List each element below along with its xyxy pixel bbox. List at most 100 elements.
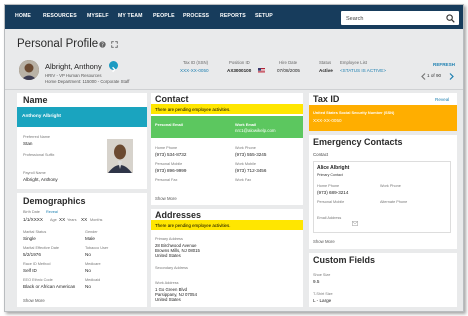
contact-show-more[interactable]: Show More — [155, 196, 177, 201]
personal-mobile-value: (973) 896-9999 — [155, 168, 187, 173]
hire-date-value: 07/08/2005 — [277, 68, 300, 73]
addresses-alert-text: There are pending employee activities. — [155, 223, 231, 228]
years-label: Years — [67, 218, 77, 222]
contact-title: Contact — [155, 94, 189, 104]
contact-card: Contact There are pending employee activ… — [151, 93, 303, 205]
work-email-label: Work Email — [235, 122, 257, 127]
tax-id-card: Tax ID Reveal United States Social Secur… — [309, 93, 457, 131]
nav-home[interactable]: HOME — [15, 13, 31, 19]
preferred-name-value: Stan — [23, 141, 33, 146]
nav-setup[interactable]: SETUP — [255, 13, 273, 19]
work-email-value[interactable]: nrc1@alowikelp.com — [235, 128, 276, 133]
addresses-alert: There are pending employee activities. — [151, 220, 303, 230]
ec-alternate-phone-label: Alternate Phone — [380, 200, 408, 204]
marital-effective-date-value: 5/2/1976 — [23, 252, 41, 257]
nav-reports[interactable]: REPORTS — [220, 13, 246, 19]
position-id-label: Position ID — [229, 60, 250, 65]
medicaid-label: Medicaid — [85, 278, 101, 282]
shoe-size-label: Shoe Size — [313, 273, 331, 277]
contact-alert: There are pending employee activities. — [151, 104, 303, 114]
ec-work-phone-label: Work Phone — [380, 184, 401, 188]
ec-home-phone-label: Home Phone — [317, 184, 340, 188]
nav-my-team[interactable]: MY TEAM — [118, 13, 143, 19]
ssn-value: XXX-XX-0050 — [313, 118, 342, 123]
help-icon[interactable]: ? — [99, 41, 106, 48]
addresses-card: Addresses There are pending employee act… — [151, 209, 303, 307]
demographics-show-more[interactable]: Show More — [23, 298, 45, 303]
ec-home-phone-value: (973) 689-3214 — [317, 190, 349, 195]
home-phone-value: (973) 534-8732 — [155, 152, 187, 157]
page-title: Personal Profile — [17, 38, 99, 50]
nav-resources[interactable]: RESOURCES — [43, 13, 77, 19]
employee-list-label: Employee List — [340, 60, 367, 65]
expand-icon[interactable] — [111, 41, 118, 48]
emergency-contact-label: Contact — [313, 152, 329, 157]
work-phone-label: Work Phone — [235, 146, 256, 150]
work-address-line3: United States — [155, 297, 181, 302]
emergency-contact-name: Alice Albright — [317, 165, 350, 171]
personal-email-label: Personal Email — [155, 122, 183, 127]
payroll-name-value: Albright, Anthony — [23, 177, 58, 182]
name-banner-text: Anthony Albright — [22, 114, 61, 119]
gender-value: Male — [85, 236, 95, 241]
employee-title: HRIV - VP Human Resources — [45, 73, 102, 78]
status-label: Status — [319, 60, 332, 65]
ec-email-label: Email Address — [317, 216, 342, 220]
primary-address-line3: United States — [155, 253, 181, 258]
birth-date-label: Birth Date — [23, 210, 40, 214]
age-months-value: XX — [81, 217, 88, 222]
work-mobile-label: Work Mobile — [235, 162, 257, 166]
search-icon[interactable] — [446, 14, 455, 23]
work-mobile-value: (973) 712-3456 — [235, 168, 267, 173]
nav-process[interactable]: PROCESS — [183, 13, 209, 19]
top-nav: HOME RESOURCES MYSELF MY TEAM PEOPLE PRO… — [5, 5, 463, 29]
refresh-link[interactable]: REFRESH — [433, 62, 455, 67]
position-id-value: AX3000100 — [227, 68, 252, 73]
work-address-label: Work Address — [155, 281, 179, 285]
email-icon[interactable] — [352, 221, 358, 226]
tax-id-value[interactable]: XXX-XX-0050 — [180, 68, 209, 73]
search-input[interactable]: Search — [341, 11, 459, 25]
medicare-value: No — [85, 268, 91, 273]
tax-id-reveal-link[interactable]: Reveal — [435, 97, 449, 102]
nav-myself[interactable]: MYSELF — [87, 13, 109, 19]
ec-personal-mobile-label: Personal Mobile — [317, 200, 345, 204]
months-label: Months — [90, 218, 103, 222]
search-placeholder: Search — [346, 15, 364, 22]
name-card-title: Name — [23, 95, 48, 105]
shoe-size-value: 9.5 — [313, 279, 320, 284]
medicare-label: Medicare — [85, 262, 101, 266]
secondary-address-label: Secondary Address — [155, 266, 188, 270]
employee-list-value[interactable]: <STATUS IS ACTIVE> — [340, 68, 386, 73]
emergency-show-more[interactable]: Show More — [313, 239, 335, 244]
demographics-card: Demographics Birth Date Reveal 1/1/XXXX … — [17, 193, 147, 307]
marital-effective-date-label: Marital Effective Date — [23, 246, 60, 250]
tobacco-user-label: Tobacco User — [85, 246, 109, 250]
hire-date-label: Hire Date — [279, 60, 298, 65]
prev-arrow-icon[interactable] — [421, 73, 426, 80]
custom-fields-title: Custom Fields — [313, 255, 376, 265]
birth-date-reveal-link[interactable]: Reveal — [46, 210, 58, 214]
next-arrow-icon[interactable] — [109, 61, 118, 73]
ssn-label: United States Social Security Number (SS… — [313, 110, 395, 115]
preferred-name-label: Preferred Name — [23, 135, 51, 139]
avatar — [19, 60, 39, 80]
emergency-contacts-card: Emergency Contacts Contact Alice Albrigh… — [309, 135, 457, 249]
name-card: Name Anthony Albright Preferred Name Sta… — [17, 93, 147, 189]
employee-name: Albright, Anthony — [45, 62, 102, 71]
nav-people[interactable]: PEOPLE — [153, 13, 175, 19]
tax-id-label: Tax ID (SSN) — [183, 60, 209, 65]
svg-text:?: ? — [101, 42, 104, 48]
marital-status-label: Marital Status — [23, 230, 47, 234]
tax-id-title: Tax ID — [313, 94, 340, 104]
employee-photo — [107, 139, 133, 173]
employee-department: Home Department: 115000 - Corporate Staf… — [45, 79, 130, 84]
eeo-ethnic-code-value: Black or African American — [23, 284, 76, 289]
medicaid-value: No — [85, 284, 91, 289]
emergency-contacts-title: Emergency Contacts — [313, 137, 403, 147]
next-record-icon[interactable] — [449, 73, 454, 80]
emergency-contact-box: Alice Albright Primary Contact Home Phon… — [313, 161, 451, 233]
tshirt-size-value: L - Large — [313, 298, 332, 303]
us-flag-icon — [258, 68, 265, 73]
personal-fax-label: Personal Fax — [155, 178, 178, 182]
